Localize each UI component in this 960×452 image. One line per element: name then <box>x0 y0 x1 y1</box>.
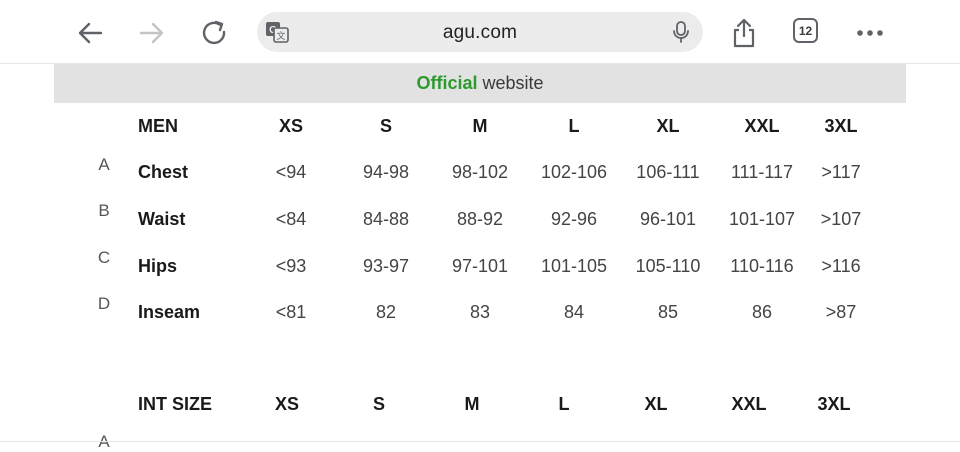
microphone-icon[interactable] <box>671 20 691 49</box>
url-text[interactable]: agu.com <box>257 22 703 44</box>
row-letter: B <box>98 201 110 220</box>
browser-toolbar: G文 agu.com 12 <box>0 0 960 64</box>
table-cell: <81 <box>275 302 307 322</box>
table-cell: 105-110 <box>635 256 701 276</box>
row-label-inseam: Inseam <box>138 302 201 322</box>
table-cell: <84 <box>275 209 307 229</box>
table-cell: 85 <box>657 302 679 322</box>
size-header: 3XL <box>824 116 858 136</box>
men-table-title: MEN <box>138 116 178 136</box>
size-header: S <box>379 116 393 136</box>
arrow-left-icon <box>78 22 103 44</box>
more-dots-icon <box>857 30 883 36</box>
size-header: L <box>558 394 570 414</box>
size-header: XXL <box>731 394 767 414</box>
size-header: XS <box>274 394 300 414</box>
address-bar[interactable]: G文 agu.com <box>257 12 703 52</box>
bottom-divider <box>0 441 960 442</box>
table-cell: 94-98 <box>362 162 410 182</box>
table-cell: 97-101 <box>451 256 509 276</box>
size-header: XL <box>644 394 668 414</box>
table-cell: 106-111 <box>636 162 700 182</box>
banner-text: website <box>477 73 544 93</box>
table-cell: >87 <box>825 302 857 322</box>
reload-button[interactable] <box>195 13 235 53</box>
table-cell: 110-116 <box>730 256 794 276</box>
reload-icon <box>202 20 226 45</box>
table-cell: 101-105 <box>540 256 608 276</box>
table-cell: 92-96 <box>550 209 598 229</box>
table-cell: 88-92 <box>456 209 504 229</box>
share-icon <box>733 18 755 48</box>
table-cell: 84-88 <box>362 209 410 229</box>
size-header: S <box>372 394 386 414</box>
arrow-right-icon <box>139 22 164 44</box>
forward-button[interactable] <box>132 13 172 53</box>
size-header: M <box>472 116 488 136</box>
banner-highlight: Official <box>416 73 478 93</box>
back-button[interactable] <box>70 13 110 53</box>
table-cell: <94 <box>275 162 307 182</box>
table-cell: 86 <box>751 302 773 322</box>
table-cell: >116 <box>821 256 861 276</box>
size-header: XXL <box>744 116 780 136</box>
table-cell: 101-107 <box>728 209 796 229</box>
table-cell: 111-117 <box>730 162 794 182</box>
table-cell: >107 <box>820 209 862 229</box>
table-cell: 84 <box>563 302 585 322</box>
table-cell: 96-101 <box>639 209 697 229</box>
share-button[interactable] <box>724 13 764 53</box>
official-website-banner: Official website <box>54 64 906 103</box>
size-header: 3XL <box>817 394 851 414</box>
size-header: XL <box>656 116 680 136</box>
table-cell: <93 <box>275 256 307 276</box>
table-cell: 93-97 <box>362 256 410 276</box>
size-header: XS <box>278 116 304 136</box>
table-cell: 83 <box>469 302 491 322</box>
row-letter: D <box>97 294 111 313</box>
row-label-hips: Hips <box>138 256 178 276</box>
size-header: M <box>464 394 480 414</box>
row-letter: C <box>97 248 111 267</box>
row-letter: A <box>98 432 109 452</box>
tabs-count-button[interactable]: 12 <box>793 18 818 43</box>
size-header: L <box>568 116 580 136</box>
row-letter: A <box>98 155 110 174</box>
row-label-waist: Waist <box>138 209 186 229</box>
table-cell: 98-102 <box>451 162 509 182</box>
row-label-chest: Chest <box>138 162 189 182</box>
table-cell: 102-106 <box>540 162 608 182</box>
table-cell: 82 <box>375 302 397 322</box>
int-table-title: INT SIZE <box>138 394 213 414</box>
table-cell: >117 <box>821 162 861 182</box>
more-menu-button[interactable] <box>850 13 890 53</box>
